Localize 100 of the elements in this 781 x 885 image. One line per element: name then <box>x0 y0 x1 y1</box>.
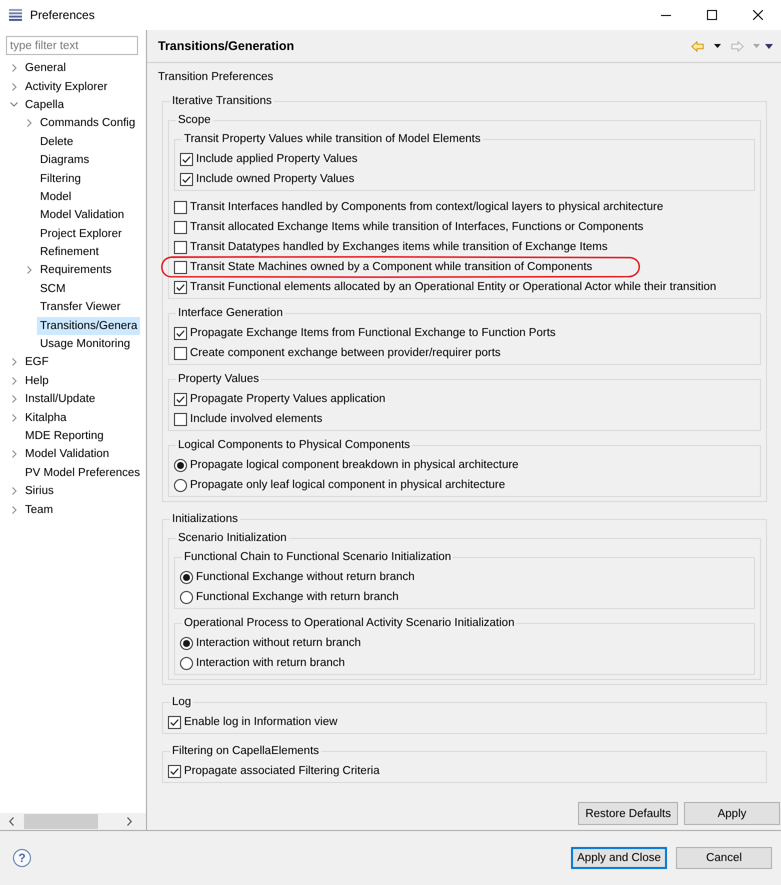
tree-item[interactable]: Model Validation <box>37 206 128 224</box>
group-title: Filtering on CapellaElements <box>171 744 320 758</box>
tree-item[interactable]: Commands Config <box>37 114 138 132</box>
chevron-left-icon[interactable] <box>9 817 14 826</box>
tree-item[interactable]: Model Validation <box>22 445 112 464</box>
option-label: Transit State Machines owned by a Component while transition of Components <box>190 261 592 273</box>
option-label: Include owned Property Values <box>196 173 354 185</box>
tree-item[interactable]: Project Explorer <box>37 224 125 243</box>
group-title: Scope <box>177 113 212 127</box>
tree-item[interactable]: Transitions/Genera <box>37 316 140 335</box>
option-label: Propagate only leaf logical component in physical architecture <box>190 479 506 491</box>
radio-button[interactable] <box>174 478 187 492</box>
chevron-right-icon[interactable] <box>12 64 17 72</box>
option-label: Transit allocated Exchange Items while transition of Interfaces, Functions or Components <box>190 221 644 233</box>
tree-item[interactable]: Team <box>22 500 56 519</box>
checkbox[interactable] <box>180 152 193 166</box>
list-lines-icon <box>9 9 22 21</box>
chevron-right-icon[interactable] <box>12 487 17 496</box>
option-label: Transit Functional elements allocated by an Operational Entity or Operational Actor while their transition <box>190 281 716 293</box>
group-title: Logical Components to Physical Components <box>177 438 412 452</box>
dropdown-caret-icon[interactable] <box>714 44 721 48</box>
option-label: Propagate Exchange Items from Functional Exchange to Function Ports <box>190 327 556 339</box>
group-title: Interface Generation <box>177 306 284 320</box>
group-title: Scenario Initialization <box>177 531 288 545</box>
radio-button[interactable] <box>180 656 193 670</box>
tree-item[interactable]: MDE Reporting <box>22 427 107 445</box>
option-label: Interaction without return branch <box>196 637 361 649</box>
checkbox[interactable] <box>174 200 187 214</box>
tree-item[interactable]: EGF <box>22 353 52 372</box>
radio-button[interactable] <box>180 590 193 604</box>
tree-item[interactable]: Filtering <box>37 170 84 188</box>
checkbox[interactable] <box>174 280 187 294</box>
window-title: Preferences <box>30 8 95 22</box>
option-label: Propagate Property Values application <box>190 393 386 405</box>
filter-field[interactable]: type filter text <box>6 36 138 55</box>
tree-item[interactable]: Capella <box>22 96 67 114</box>
chevron-right-icon[interactable] <box>12 506 17 514</box>
radio-button[interactable] <box>180 570 193 584</box>
option-label: Include applied Property Values <box>196 153 358 165</box>
dialog-button[interactable]: Apply and Close <box>571 847 667 869</box>
tree-item[interactable]: Install/Update <box>22 390 98 408</box>
action-button[interactable]: Apply <box>684 802 780 825</box>
checkbox[interactable] <box>180 172 193 186</box>
option-label: Enable log in Information view <box>184 716 338 728</box>
option-label: Functional Exchange with return branch <box>196 591 399 603</box>
option-label: Transit Datatypes handled by Exchanges items while transition of Exchange Items <box>190 241 608 253</box>
chevron-right-icon[interactable] <box>12 376 17 385</box>
page-description: Transition Preferences <box>158 70 274 84</box>
option-label: Functional Exchange without return branch <box>196 571 415 583</box>
tree-item[interactable]: Transfer Viewer <box>37 298 124 316</box>
chevron-down-icon[interactable] <box>10 102 18 108</box>
tree-item[interactable]: Sirius <box>22 482 57 500</box>
maximize-icon[interactable] <box>707 10 717 20</box>
tree-item[interactable]: Help <box>22 372 52 390</box>
group-title: Operational Process to Operational Activity Scenario Initialization <box>183 616 516 630</box>
tree-item[interactable]: PV Model Preferences <box>22 464 144 482</box>
scrollbar-thumb[interactable] <box>24 814 98 829</box>
tree-item[interactable]: Kitalpha <box>22 408 70 427</box>
group-title: Iterative Transitions <box>171 94 273 108</box>
tree-item[interactable]: SCM <box>37 280 69 298</box>
chevron-right-icon[interactable] <box>12 450 17 458</box>
radio-button[interactable] <box>174 458 187 472</box>
option-label: Propagate associated Filtering Criteria <box>184 765 380 777</box>
checkbox[interactable] <box>174 260 187 274</box>
page-title: Transitions/Generation <box>158 39 294 53</box>
group-title: Log <box>171 695 192 709</box>
tree-item[interactable]: Model <box>37 188 74 206</box>
checkbox[interactable] <box>174 392 187 406</box>
dialog-button[interactable]: Cancel <box>676 847 772 869</box>
checkbox[interactable] <box>168 764 181 778</box>
tree-item[interactable]: General <box>22 59 69 78</box>
chevron-right-icon[interactable] <box>12 395 17 404</box>
tree-item[interactable]: Requirements <box>37 261 115 280</box>
checkbox[interactable] <box>174 326 187 340</box>
action-button[interactable]: Restore Defaults <box>578 802 678 825</box>
radio-button[interactable] <box>180 636 193 650</box>
tree-item[interactable]: Activity Explorer <box>22 78 110 96</box>
group-title: Transit Property Values while transition of Model Elements <box>183 132 482 146</box>
horizontal-scrollbar[interactable] <box>0 813 146 830</box>
checkbox[interactable] <box>174 412 187 426</box>
checkbox[interactable] <box>168 716 181 728</box>
help-button[interactable]: ? <box>13 849 31 867</box>
menu-caret-icon[interactable] <box>765 44 773 48</box>
chevron-right-icon[interactable] <box>27 119 32 128</box>
checkbox[interactable] <box>174 240 187 254</box>
chevron-right-icon[interactable] <box>12 82 17 91</box>
chevron-right-icon[interactable] <box>12 414 17 422</box>
group-title: Initializations <box>171 512 239 526</box>
chevron-right-icon[interactable] <box>127 817 132 826</box>
tree-item[interactable]: Usage Monitoring <box>37 335 134 354</box>
option-label: Propagate logical component breakdown in physical architecture <box>190 459 519 471</box>
option-label: Interaction with return branch <box>196 657 345 669</box>
close-icon[interactable] <box>753 10 763 20</box>
tree-item[interactable]: Delete <box>37 132 76 151</box>
chevron-right-icon[interactable] <box>27 266 32 274</box>
tree-item[interactable]: Refinement <box>37 243 102 262</box>
chevron-right-icon[interactable] <box>12 358 17 366</box>
checkbox[interactable] <box>174 346 187 360</box>
checkbox[interactable] <box>174 220 187 234</box>
tree-item[interactable]: Diagrams <box>37 151 92 170</box>
